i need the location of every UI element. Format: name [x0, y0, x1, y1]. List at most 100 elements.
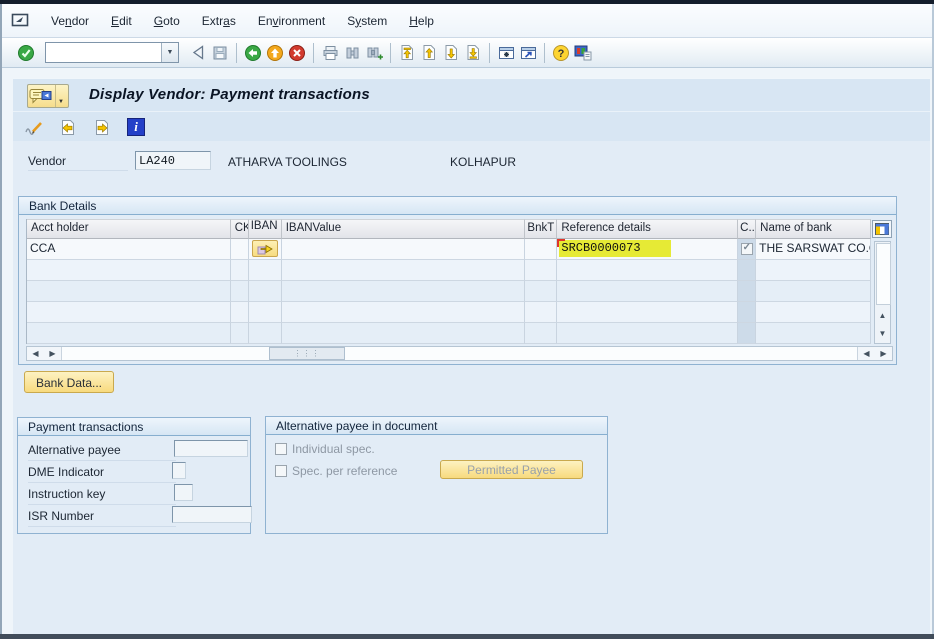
- menu-vendor[interactable]: Vendor: [40, 11, 100, 31]
- cell-empty[interactable]: [756, 260, 871, 281]
- previous-screen-icon[interactable]: [57, 116, 79, 138]
- customize-layout-icon[interactable]: [572, 42, 594, 64]
- scroll-right-icon[interactable]: ▶: [44, 347, 61, 360]
- spec-per-reference-checkbox[interactable]: [275, 465, 287, 477]
- cell-empty[interactable]: [756, 302, 871, 323]
- menu-extras[interactable]: Extras: [191, 11, 247, 31]
- gos-menu-button[interactable]: ▼: [27, 84, 69, 108]
- col-header-ibanvalue[interactable]: IBANValue: [282, 219, 526, 239]
- cell-empty[interactable]: [525, 323, 557, 344]
- cell-empty[interactable]: [525, 281, 557, 302]
- cell-empty[interactable]: [282, 281, 526, 302]
- find-next-icon[interactable]: [363, 42, 385, 64]
- cell-empty[interactable]: [249, 323, 282, 344]
- col-header-ck[interactable]: CK: [231, 219, 249, 239]
- col-header-collection[interactable]: C..: [738, 219, 756, 239]
- alternative-payee-field[interactable]: [174, 440, 248, 457]
- page-up-icon[interactable]: [418, 42, 440, 64]
- horizontal-scrollbar[interactable]: ◀ ▶ ⋮⋮⋮ ◀ ▶: [26, 346, 893, 361]
- cell-acct-holder[interactable]: CCA: [27, 239, 231, 260]
- find-icon[interactable]: [341, 42, 363, 64]
- cell-empty[interactable]: [249, 281, 282, 302]
- cell-empty[interactable]: [525, 260, 557, 281]
- save-icon[interactable]: [209, 42, 231, 64]
- help-icon[interactable]: ?: [550, 42, 572, 64]
- menu-help[interactable]: Help: [398, 11, 445, 31]
- col-header-reference-details[interactable]: Reference details: [557, 219, 738, 239]
- iban-button[interactable]: [252, 240, 278, 257]
- cell-bnkt[interactable]: [525, 239, 557, 260]
- next-screen-icon[interactable]: [91, 116, 113, 138]
- table-configuration-button[interactable]: [872, 220, 892, 238]
- enter-back-icon[interactable]: [187, 42, 209, 64]
- horizontal-scrollbar-track[interactable]: ⋮⋮⋮: [61, 347, 858, 360]
- cell-empty[interactable]: [27, 323, 231, 344]
- vertical-scrollbar-thumb[interactable]: [876, 243, 891, 305]
- scroll-up-icon[interactable]: ▲: [875, 308, 890, 324]
- cell-empty[interactable]: [231, 302, 249, 323]
- cell-empty[interactable]: [27, 281, 231, 302]
- command-input[interactable]: [46, 43, 161, 62]
- new-session-icon[interactable]: [495, 42, 517, 64]
- vertical-scrollbar[interactable]: ▲ ▼: [874, 241, 891, 344]
- menu-edit[interactable]: Edit: [100, 11, 143, 31]
- cell-empty[interactable]: [756, 323, 871, 344]
- first-page-icon[interactable]: [396, 42, 418, 64]
- cell-empty[interactable]: [282, 260, 526, 281]
- menu-system[interactable]: System: [336, 11, 398, 31]
- menu-environment[interactable]: Environment: [247, 11, 336, 31]
- cell-empty[interactable]: [231, 323, 249, 344]
- back-icon[interactable]: [242, 42, 264, 64]
- display-change-icon[interactable]: [23, 116, 45, 138]
- command-dropdown-icon[interactable]: ▼: [161, 43, 178, 62]
- cell-name-of-bank[interactable]: THE SARSWAT CO.OP: [756, 239, 871, 260]
- exit-icon[interactable]: [264, 42, 286, 64]
- collection-auth-checkbox[interactable]: [741, 243, 753, 255]
- col-header-bnkt[interactable]: BnkT: [525, 219, 557, 239]
- col-header-acct-holder[interactable]: Acct holder: [27, 219, 231, 239]
- bank-data-button[interactable]: Bank Data...: [24, 371, 114, 393]
- print-icon[interactable]: [319, 42, 341, 64]
- horizontal-scrollbar-thumb[interactable]: ⋮⋮⋮: [269, 347, 345, 360]
- page-down-icon[interactable]: [440, 42, 462, 64]
- col-header-name-of-bank[interactable]: Name of bank: [756, 219, 871, 239]
- cell-empty[interactable]: [27, 302, 231, 323]
- cell-empty[interactable]: [525, 302, 557, 323]
- dme-indicator-field[interactable]: [172, 462, 186, 479]
- cell-empty[interactable]: [231, 281, 249, 302]
- information-icon[interactable]: i: [125, 116, 147, 138]
- cell-empty[interactable]: [756, 281, 871, 302]
- vendor-code-field[interactable]: [135, 151, 211, 170]
- scroll-left-icon[interactable]: ◀: [27, 347, 44, 360]
- individual-spec-checkbox[interactable]: [275, 443, 287, 455]
- reference-details-value[interactable]: SRCB0000073: [559, 240, 671, 257]
- cell-empty[interactable]: [557, 302, 738, 323]
- create-shortcut-icon[interactable]: [517, 42, 539, 64]
- menu-goto[interactable]: Goto: [143, 11, 191, 31]
- cell-empty[interactable]: [282, 302, 526, 323]
- cell-reference-details[interactable]: SRCB0000073: [557, 239, 738, 260]
- cell-empty[interactable]: [557, 323, 738, 344]
- permitted-payee-button[interactable]: Permitted Payee: [440, 460, 583, 479]
- cell-ck[interactable]: [231, 239, 249, 260]
- scroll-down-icon[interactable]: ▼: [875, 326, 890, 342]
- cell-empty[interactable]: [27, 260, 231, 281]
- last-page-icon[interactable]: [462, 42, 484, 64]
- instruction-key-field[interactable]: [174, 484, 193, 501]
- cell-ibanvalue[interactable]: [282, 239, 526, 260]
- col-header-iban[interactable]: IBAN: [249, 219, 282, 239]
- cell-empty[interactable]: [249, 260, 282, 281]
- scroll-right-icon[interactable]: ▶: [875, 347, 892, 360]
- cell-empty[interactable]: [557, 281, 738, 302]
- isr-number-label: ISR Number: [28, 509, 176, 527]
- cell-empty[interactable]: [557, 260, 738, 281]
- cell-empty[interactable]: [231, 260, 249, 281]
- scroll-left-icon[interactable]: ◀: [858, 347, 875, 360]
- enter-check-icon[interactable]: [15, 42, 37, 64]
- cell-empty[interactable]: [249, 302, 282, 323]
- gos-dropdown-caret[interactable]: ▼: [55, 85, 66, 107]
- system-menu-icon[interactable]: [11, 13, 30, 28]
- cell-empty[interactable]: [282, 323, 526, 344]
- isr-number-field[interactable]: [172, 506, 252, 523]
- cancel-icon[interactable]: [286, 42, 308, 64]
